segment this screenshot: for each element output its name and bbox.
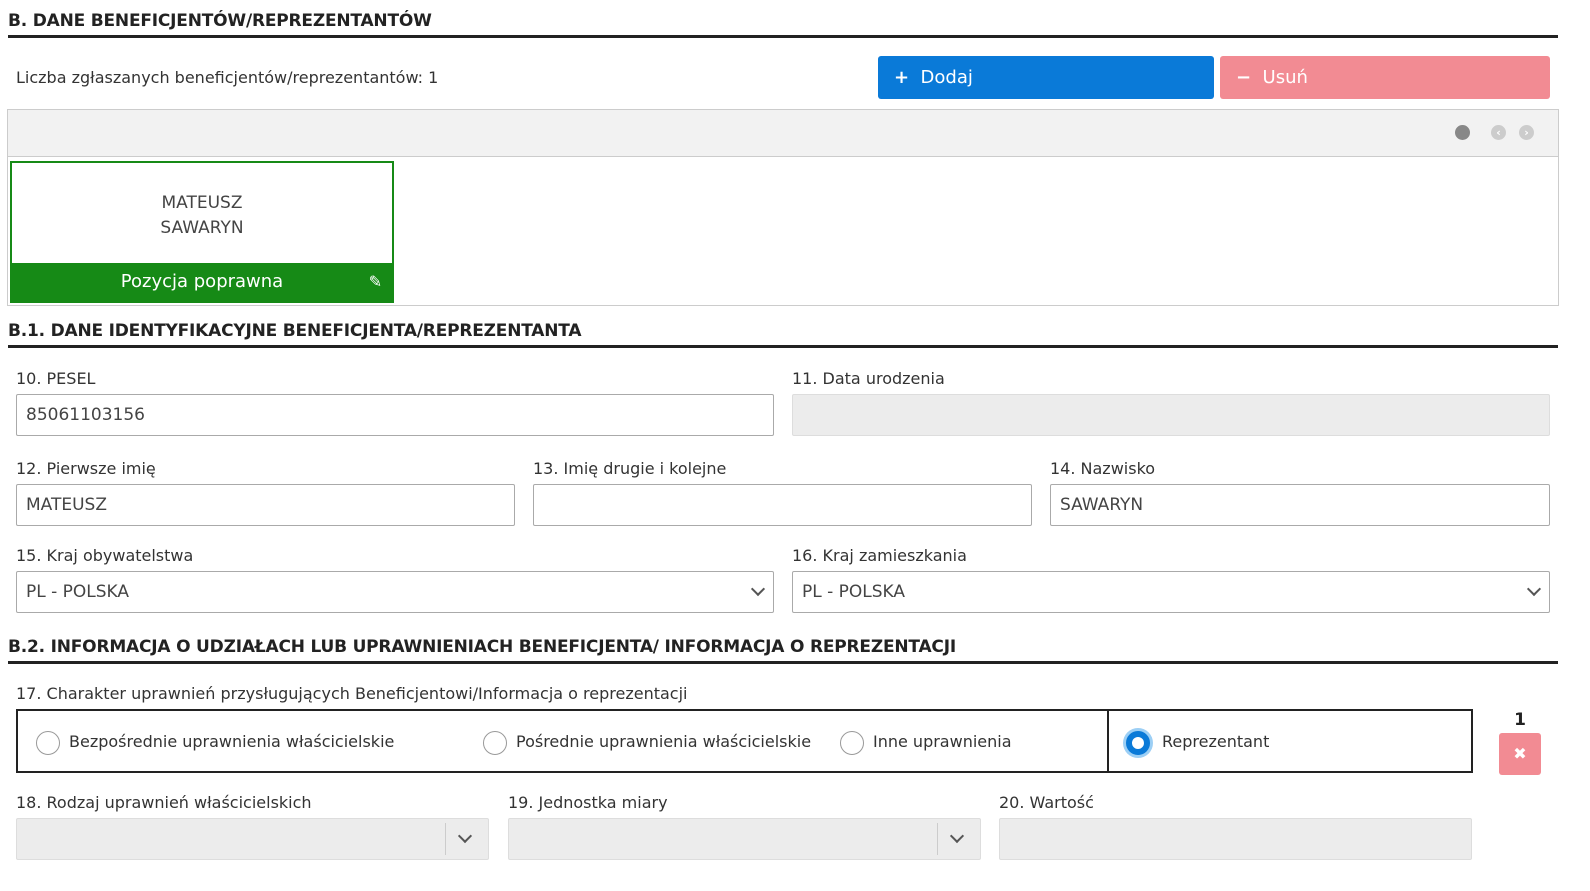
chevron-down-icon [750, 581, 766, 597]
birth-date-input[interactable] [792, 394, 1550, 436]
first-name-label: 12. Pierwsze imię [16, 459, 156, 478]
value-input[interactable] [999, 818, 1472, 860]
residence-label: 16. Kraj zamieszkania [792, 546, 967, 565]
radio-indirect[interactable] [483, 731, 507, 755]
residence-select[interactable]: PL - POLSKA [792, 571, 1550, 613]
radio-representative-label: Reprezentant [1162, 732, 1270, 751]
card-status: Pozycja poprawna [120, 271, 284, 292]
card-first-name: MATEUSZ [161, 193, 243, 213]
carousel-dot-icon[interactable] [1455, 125, 1470, 140]
chevron-right-icon[interactable]: › [1519, 125, 1534, 140]
middle-names-input[interactable] [533, 484, 1032, 526]
citizenship-value: PL - POLSKA [26, 582, 130, 602]
radio-other[interactable] [840, 731, 864, 755]
unit-select[interactable] [508, 818, 981, 860]
q20-label: 20. Wartość [999, 793, 1094, 812]
section-b-title: B. DANE BENEFICJENTÓW/REPREZENTANTÓW [8, 11, 1558, 38]
chevron-left-icon[interactable]: ‹ [1491, 125, 1506, 140]
row-number: 1 [1514, 710, 1526, 730]
delete-row-button[interactable]: ✖ [1499, 733, 1541, 775]
radio-indirect-label: Pośrednie uprawnienia właścicielskie [516, 732, 812, 751]
edit-pencil-icon[interactable]: ✎ [369, 263, 382, 301]
pesel-input[interactable]: 85061103156 [16, 394, 774, 436]
representative-box: Reprezentant [1107, 709, 1473, 773]
last-name-label: 14. Nazwisko [1050, 459, 1156, 478]
rights-type-group: Bezpośrednie uprawnienia właścicielskie … [16, 709, 1109, 773]
remove-beneficiary-button[interactable]: − Usuń beneficjenta/reprezentanta [1220, 56, 1550, 131]
rights-kind-select[interactable] [16, 818, 489, 860]
citizenship-label: 15. Kraj obywatelstwa [16, 546, 194, 565]
last-name-input[interactable]: SAWARYN [1050, 484, 1550, 526]
radio-other-label: Inne uprawnienia [873, 732, 1012, 751]
radio-direct[interactable] [36, 731, 60, 755]
card-last-name: SAWARYN [160, 218, 244, 238]
chevron-down-icon [1526, 581, 1542, 597]
minus-icon: − [1236, 67, 1252, 88]
carousel-toolbar: ‹ › [7, 109, 1559, 157]
beneficiary-card[interactable]: MATEUSZ SAWARYN Pozycja poprawna ✎ [10, 161, 394, 303]
add-beneficiary-button[interactable]: + Dodaj beneficjenta/reprezentanta [878, 56, 1214, 131]
q17-label: 17. Charakter uprawnień przysługujących … [16, 684, 688, 703]
pesel-label: 10. PESEL [16, 369, 96, 388]
citizenship-select[interactable]: PL - POLSKA [16, 571, 774, 613]
radio-representative[interactable] [1126, 731, 1150, 755]
first-name-input[interactable]: MATEUSZ [16, 484, 515, 526]
beneficiary-count: Liczba zgłaszanych beneficjentów/repreze… [16, 68, 439, 87]
plus-icon: + [894, 67, 910, 88]
chevron-down-icon [949, 828, 965, 844]
residence-value: PL - POLSKA [802, 582, 906, 602]
close-icon: ✖ [1513, 744, 1527, 763]
section-b2-title: B.2. INFORMACJA O UDZIAŁACH LUB UPRAWNIE… [8, 637, 1558, 664]
radio-direct-label: Bezpośrednie uprawnienia właścicielskie [69, 732, 395, 751]
section-b1-title: B.1. DANE IDENTYFIKACYJNE BENEFICJENTA/R… [8, 321, 1558, 348]
q19-label: 19. Jednostka miary [508, 793, 668, 812]
chevron-down-icon [457, 828, 473, 844]
q18-label: 18. Rodzaj uprawnień właścicielskich [16, 793, 312, 812]
birth-date-label: 11. Data urodzenia [792, 369, 945, 388]
middle-names-label: 13. Imię drugie i kolejne [533, 459, 727, 478]
